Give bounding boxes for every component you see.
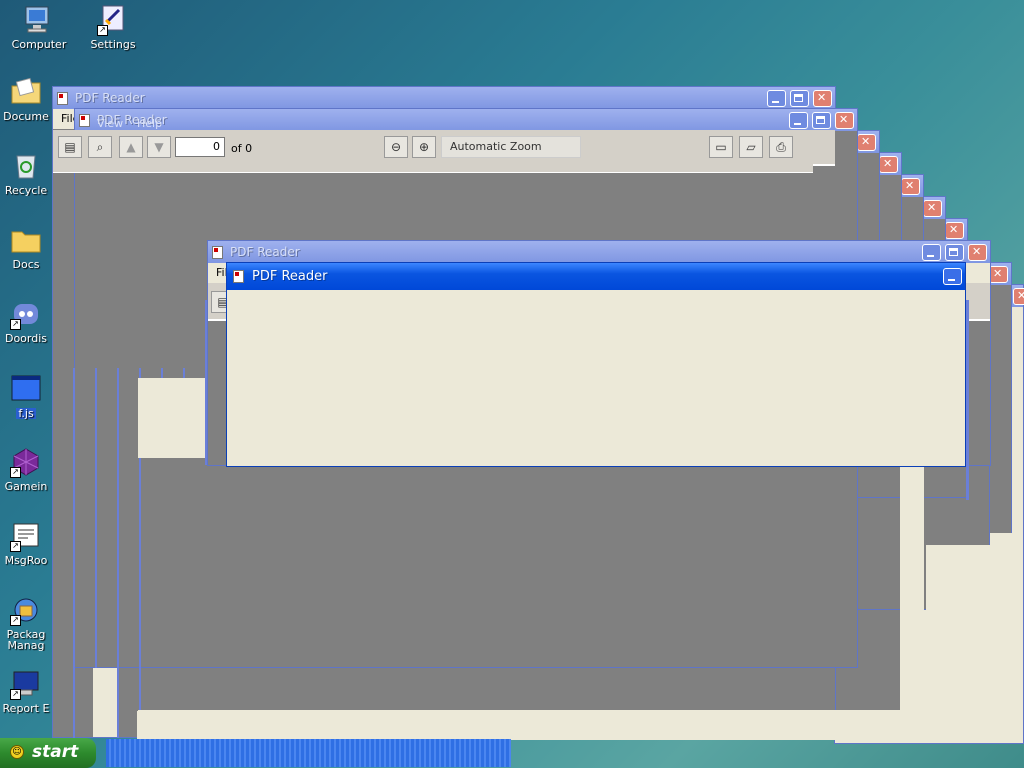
taskbar-window-strip[interactable] [106,739,511,767]
doordis-icon: ↗ [10,298,42,330]
pdf-app-icon [212,246,223,259]
minimize-button[interactable] [767,90,786,107]
toolbar-separator [53,164,813,173]
game-icon: ↗ [10,446,42,478]
previous-page-button[interactable]: ▲ [119,136,143,158]
desktop-icon-gamein[interactable]: ↗ Gamein [0,446,52,492]
desktop-icon-label: Docs [12,258,40,270]
find-button[interactable]: ⌕ [88,136,112,158]
desktop-icon-label: MsgRoo [4,554,48,566]
menu-bar: View Help [75,115,857,131]
window-edge [161,368,163,378]
close-button[interactable] [857,134,876,151]
desktop-icon-label: Computer [11,38,67,51]
print-button[interactable]: ⎙ [769,136,793,158]
close-button[interactable] [1013,288,1024,305]
pdf-toolbar: ▤ ⌕ ▲ ▼ 0 of 0 ⊖ ⊕ Automatic Zoom ▭ ▱ ⎙ [53,130,835,166]
desktop-icon-computer[interactable]: Computer [2,4,76,50]
window-edge [73,368,75,738]
window-edge [966,300,969,500]
desktop-icon-documents[interactable]: Docume [0,76,52,122]
menu-help[interactable]: Help [137,117,162,130]
shortcut-arrow-icon: ↗ [10,319,21,330]
zoom-in-button[interactable]: ⊕ [412,136,436,158]
maximize-button[interactable] [790,90,809,107]
shortcut-arrow-icon: ↗ [10,689,21,700]
desktop-icon-label: Docume [3,110,49,122]
document-area [138,710,928,740]
document-area [926,545,990,740]
close-button[interactable] [813,90,832,107]
page-number-input[interactable]: 0 [175,137,225,157]
window-title: PDF Reader [230,245,300,259]
smiley-icon: ☺ [10,745,24,759]
js-file-icon [10,372,42,404]
close-button[interactable] [901,178,920,195]
window-edge [183,368,185,378]
desktop-icon-settings[interactable]: ↗ Settings [76,4,150,50]
shortcut-arrow-icon: ↗ [10,467,21,478]
desktop-icon-doordis[interactable]: ↗ Doordis [0,298,52,344]
msgroom-icon: ↗ [10,520,42,552]
settings-icon: ↗ [97,4,129,36]
page-count-label: of 0 [231,142,253,155]
start-button[interactable]: ☺ start [0,738,96,768]
desktop-icon-docs[interactable]: Docs [0,224,52,270]
minimize-button[interactable] [922,244,941,261]
document-area [900,460,924,740]
package-manager-icon: ↗ [10,594,42,626]
window-edge [95,368,97,668]
window-title: PDF Reader [75,91,145,105]
document-area [138,378,208,458]
maximize-button[interactable] [945,244,964,261]
desktop-icon-label: Doordis [4,332,48,344]
next-page-button[interactable]: ▼ [147,136,171,158]
close-button[interactable] [989,266,1008,283]
close-button[interactable] [923,200,942,217]
shortcut-arrow-icon: ↗ [97,25,108,36]
desktop-icon-package-manager[interactable]: ↗ Packag Manag [0,594,52,651]
desktop-icon-label: f.js [16,407,36,420]
close-button[interactable] [945,222,964,239]
open-file-button[interactable]: ▱ [739,136,763,158]
desktop-icon-fjs[interactable]: f.js [0,372,52,420]
desktop-icon-label: Report E [2,702,50,714]
window-edge [117,368,119,738]
sidebar-toggle-button[interactable]: ▤ [58,136,82,158]
desktop-icon-recycle[interactable]: Recycle [0,150,52,196]
desktop-icon-report[interactable]: ↗ Report E [0,668,52,714]
desktop-icon-label: Recycle [4,184,48,196]
title-bar[interactable]: PDF Reader [208,241,990,263]
document-area [93,667,117,737]
desktop-icon-label: Packag Manag [6,628,46,651]
folder-icon [10,224,42,256]
desktop-icon-label: Gamein [4,480,48,492]
zoom-out-button[interactable]: ⊖ [384,136,408,158]
menu-view[interactable]: View [97,117,123,130]
presentation-mode-button[interactable]: ▭ [709,136,733,158]
pdf-app-icon [233,270,244,283]
desktop-icon-msgroom[interactable]: ↗ MsgRoo [0,520,52,566]
title-bar[interactable]: PDF Reader [227,263,965,290]
desktop-icon-label: Settings [90,38,136,51]
close-button[interactable] [968,244,987,261]
taskbar: ☺ start [0,738,1024,768]
window-title: PDF Reader [252,269,328,284]
report-icon: ↗ [10,668,42,700]
pdf-app-icon [57,92,68,105]
close-button[interactable] [879,156,898,173]
minimize-button[interactable] [943,268,962,285]
pdf-reader-window-active[interactable]: PDF Reader [226,262,966,467]
window-edge [205,300,207,465]
start-label: start [32,742,79,762]
title-bar[interactable]: PDF Reader [53,87,835,109]
zoom-select[interactable]: Automatic Zoom [441,136,581,158]
shortcut-arrow-icon: ↗ [10,615,21,626]
documents-folder-icon [10,76,42,108]
computer-icon [23,4,55,36]
recycle-bin-icon [10,150,42,182]
shortcut-arrow-icon: ↗ [10,541,21,552]
